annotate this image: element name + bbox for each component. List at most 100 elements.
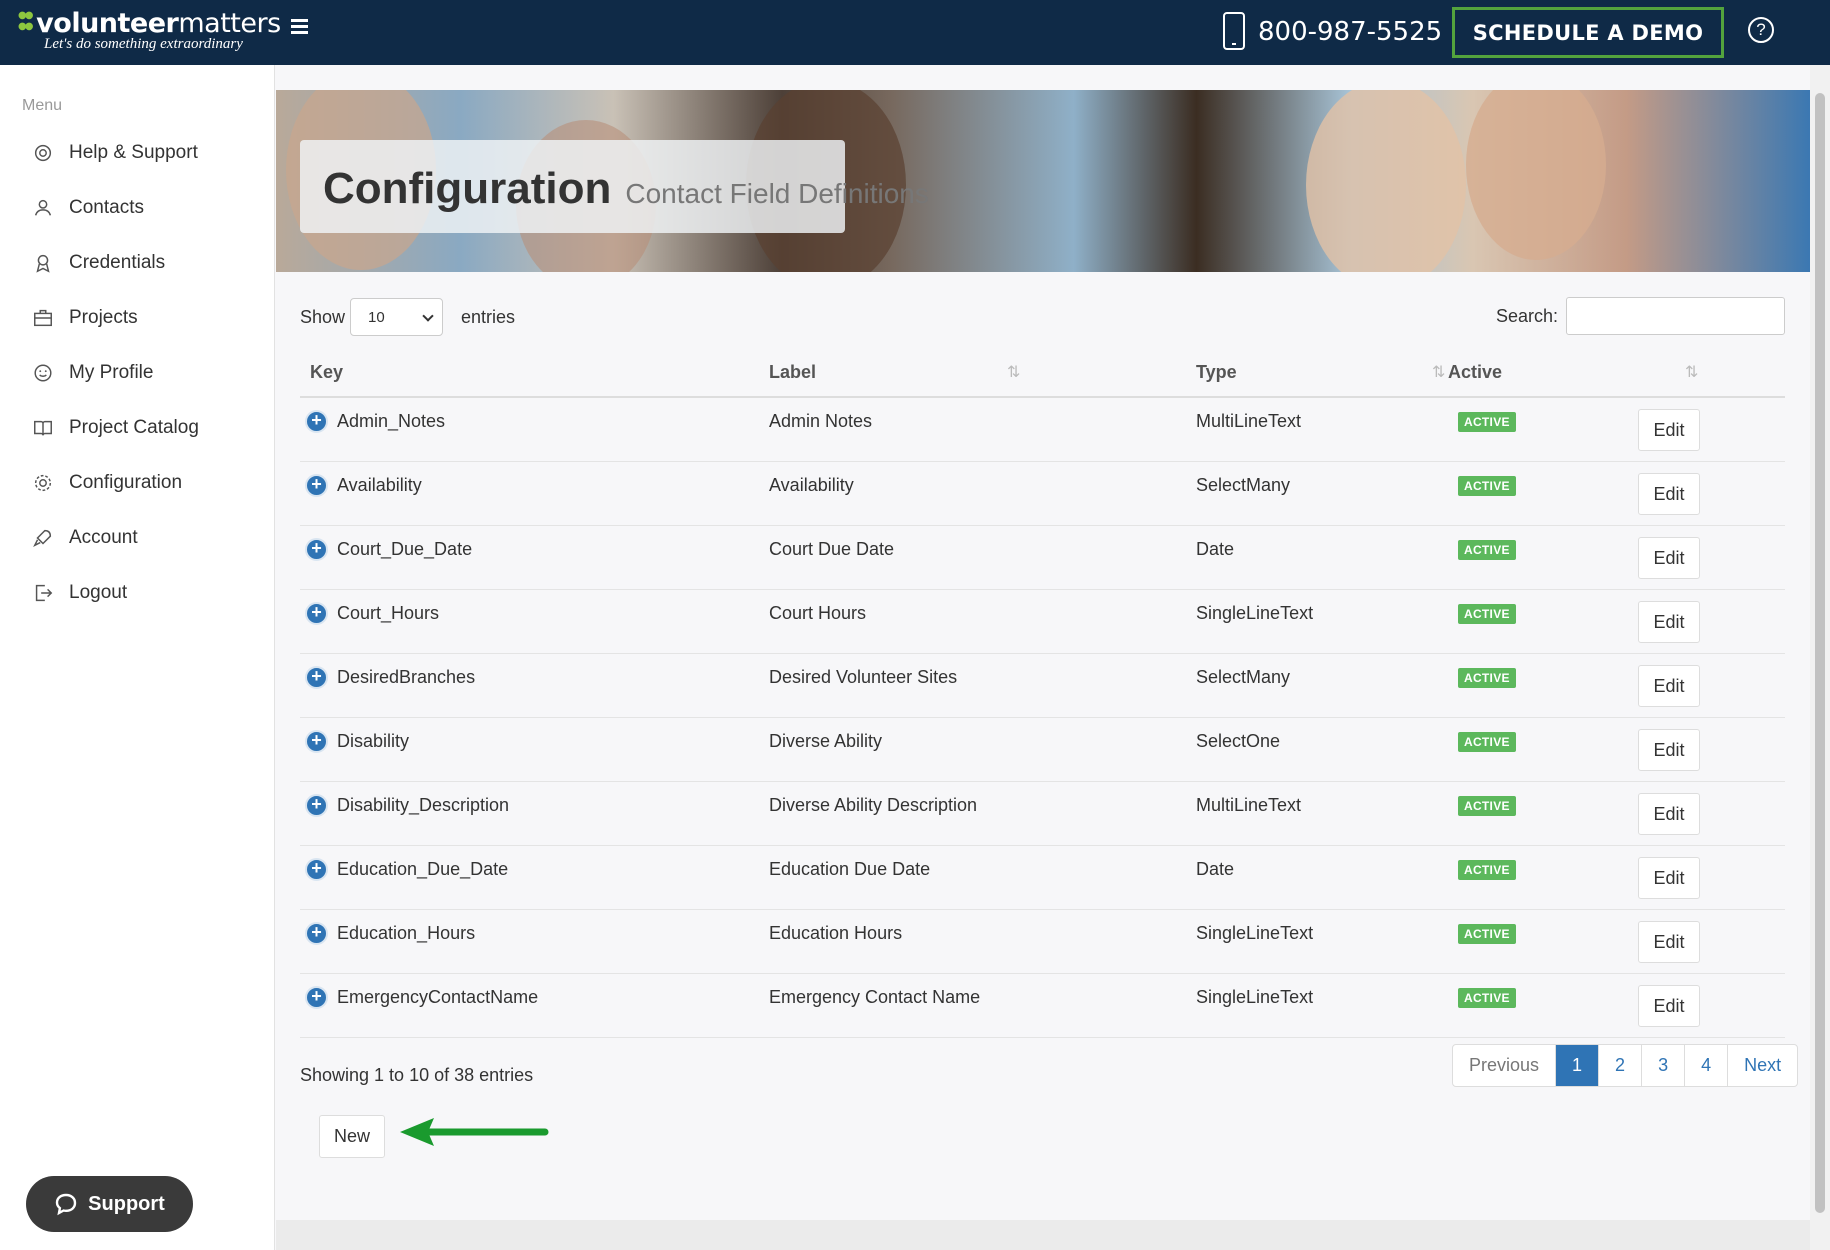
edit-button[interactable]: Edit	[1638, 857, 1700, 899]
sidebar-item-account[interactable]: Account	[0, 510, 275, 565]
sidebar-item-help-support[interactable]: Help & Support	[0, 125, 275, 180]
search-label: Search:	[1495, 305, 1558, 326]
pagination-page-1[interactable]: 1	[1555, 1045, 1599, 1086]
table-header: Key ⇅ Label ⇅ Type ⇅ Active ⇅	[300, 345, 1785, 398]
cell-label: Desired Volunteer Sites	[769, 667, 958, 687]
table-row: + Disability Diverse Ability SelectOne ACTIV…	[300, 718, 1785, 782]
column-header-label[interactable]: Label	[769, 362, 816, 383]
expand-row-icon[interactable]: +	[305, 538, 328, 561]
help-icon[interactable]: ?	[1748, 17, 1774, 43]
expand-row-icon[interactable]: +	[305, 794, 328, 817]
expand-row-icon[interactable]: +	[305, 858, 328, 881]
logout-icon	[31, 581, 55, 605]
page-size-value: 10	[368, 309, 385, 326]
logo-dots-icon: ●● ●●	[18, 10, 34, 32]
edit-button[interactable]: Edit	[1638, 793, 1700, 835]
pagination-previous[interactable]: Previous	[1453, 1045, 1555, 1086]
sort-icon[interactable]: ⇅	[1685, 362, 1703, 382]
support-label: Support	[88, 1192, 165, 1215]
table-row: + EmergencyContactName Emergency Contact N…	[300, 974, 1785, 1038]
edit-button[interactable]: Edit	[1638, 473, 1700, 515]
status-badge: ACTIVE	[1458, 412, 1516, 432]
cell-label: Emergency Contact Name	[769, 987, 981, 1007]
expand-row-icon[interactable]: +	[305, 602, 328, 625]
cell-label: Availability	[769, 475, 854, 495]
sidebar-item-label: My Profile	[69, 361, 154, 383]
search-input[interactable]	[1566, 297, 1785, 335]
cell-type: Date	[1196, 859, 1235, 879]
status-badge: ACTIVE	[1458, 732, 1516, 752]
cell-type: SingleLineText	[1196, 603, 1314, 623]
status-badge: ACTIVE	[1458, 860, 1516, 880]
edit-button[interactable]: Edit	[1638, 537, 1700, 579]
page-title: Configuration	[323, 164, 612, 213]
pagination-next[interactable]: Next	[1727, 1045, 1797, 1086]
annotation-arrow-icon	[400, 1118, 549, 1146]
sidebar: Menu Help & Support Contacts Credentials Pr…	[0, 65, 275, 1250]
table-row: + Education_Due_Date Education Due Date Dat…	[300, 846, 1785, 910]
sidebar-item-label: Account	[69, 526, 138, 548]
sidebar-item-configuration[interactable]: Configuration	[0, 455, 275, 510]
schedule-demo-button[interactable]: SCHEDULE A DEMO	[1452, 7, 1724, 58]
edit-button[interactable]: Edit	[1638, 921, 1700, 963]
sidebar-item-label: Projects	[69, 306, 138, 328]
fields-table: Key ⇅ Label ⇅ Type ⇅ Active ⇅ + Admin_Not…	[300, 345, 1785, 1038]
scrollbar-thumb[interactable]	[1815, 93, 1825, 1213]
sidebar-item-credentials[interactable]: Credentials	[0, 235, 275, 290]
phone-number[interactable]: 800-987-5525	[1258, 17, 1442, 47]
scrollbar[interactable]	[1810, 65, 1830, 1250]
table-row: + Court_Due_Date Court Due Date Date ACTIVE E…	[300, 526, 1785, 590]
sidebar-item-logout[interactable]: Logout	[0, 565, 275, 620]
cell-type: SelectMany	[1196, 475, 1291, 495]
status-badge: ACTIVE	[1458, 988, 1516, 1008]
cell-type: SingleLineText	[1196, 923, 1314, 943]
sidebar-item-projects[interactable]: Projects	[0, 290, 275, 345]
expand-row-icon[interactable]: +	[305, 986, 328, 1009]
edit-button[interactable]: Edit	[1638, 985, 1700, 1027]
cell-label: Diverse Ability	[769, 731, 883, 751]
sidebar-item-label: Project Catalog	[69, 416, 199, 438]
sidebar-item-my-profile[interactable]: My Profile	[0, 345, 275, 400]
page-size-select[interactable]: 10	[350, 298, 444, 336]
top-navbar: ●● ●● volunteermatters Let's do something…	[0, 0, 1830, 65]
column-header-type[interactable]: Type	[1196, 362, 1237, 383]
logo[interactable]: ●● ●● volunteermatters Let's do something…	[18, 8, 281, 53]
status-badge: ACTIVE	[1458, 604, 1516, 624]
rocket-icon	[31, 526, 55, 550]
banner-image: Configuration Contact Field Definitions	[276, 90, 1810, 272]
sort-icon[interactable]: ⇅	[1007, 362, 1025, 382]
cell-key: Disability_Description	[337, 795, 510, 815]
column-header-key[interactable]: Key	[310, 362, 343, 383]
support-chat-button[interactable]: Support	[26, 1176, 193, 1232]
pagination-page-2[interactable]: 2	[1598, 1045, 1641, 1086]
expand-row-icon[interactable]: +	[305, 474, 328, 497]
status-badge: ACTIVE	[1458, 540, 1516, 560]
edit-button[interactable]: Edit	[1638, 601, 1700, 643]
edit-button[interactable]: Edit	[1638, 409, 1700, 451]
sidebar-item-project-catalog[interactable]: Project Catalog	[0, 400, 275, 455]
expand-row-icon[interactable]: +	[305, 410, 328, 433]
cell-key: DesiredBranches	[337, 667, 476, 687]
pagination-page-3[interactable]: 3	[1641, 1045, 1684, 1086]
expand-row-icon[interactable]: +	[305, 730, 328, 753]
hamburger-menu-icon[interactable]	[291, 19, 311, 39]
status-badge: ACTIVE	[1458, 476, 1516, 496]
sidebar-item-label: Help & Support	[69, 141, 198, 163]
edit-button[interactable]: Edit	[1638, 665, 1700, 707]
entries-label: entries	[461, 306, 516, 327]
chat-bubble-icon	[55, 1193, 77, 1216]
cell-label: Education Hours	[769, 923, 903, 943]
expand-row-icon[interactable]: +	[305, 666, 328, 689]
cell-key: Education_Hours	[337, 923, 476, 943]
edit-button[interactable]: Edit	[1638, 729, 1700, 771]
new-field-button[interactable]: New	[319, 1115, 385, 1158]
cell-key: Admin_Notes	[337, 411, 446, 431]
expand-row-icon[interactable]: +	[305, 922, 328, 945]
sidebar-item-contacts[interactable]: Contacts	[0, 180, 275, 235]
cell-type: Date	[1196, 539, 1235, 559]
smiley-icon	[31, 361, 55, 385]
cell-label: Admin Notes	[769, 411, 873, 431]
sidebar-item-label: Contacts	[69, 196, 144, 218]
pagination-page-4[interactable]: 4	[1684, 1045, 1727, 1086]
column-header-active[interactable]: Active	[1448, 362, 1502, 383]
